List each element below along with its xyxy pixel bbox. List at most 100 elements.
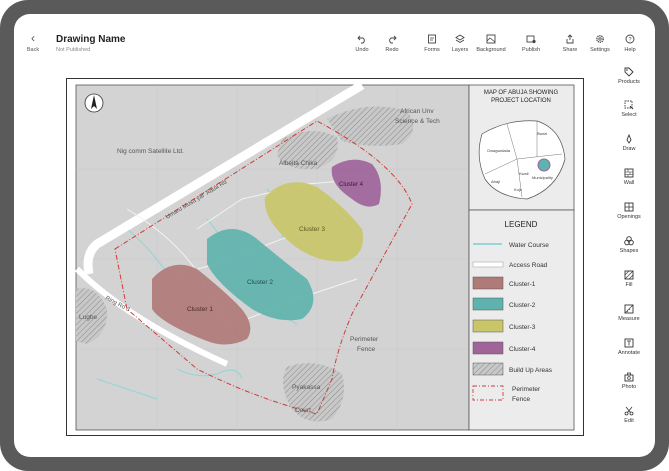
label-african-univ: African Unv (400, 108, 434, 115)
select-label: Select (621, 112, 637, 118)
redo-label: Redo (385, 47, 399, 53)
label-perimeter: Perimeter (350, 336, 379, 343)
legend-label-fence: Fence (512, 396, 530, 403)
redo-button[interactable]: Redo (377, 34, 407, 53)
settings-label: Settings (590, 47, 610, 53)
select-icon (624, 100, 634, 110)
photo-tool[interactable]: Photo (614, 372, 644, 390)
label-nig-comm: Nig comm Satellite Ltd. (117, 148, 184, 155)
legend-swatch-cluster2 (472, 297, 504, 311)
chevron-left-icon: ‹ (31, 31, 35, 45)
label-cluster-3: Cluster 3 (299, 226, 325, 233)
label-court: Court (295, 407, 311, 414)
wall-label: Wall (623, 180, 635, 186)
inset-title: MAP OF ABUJA SHOWING (484, 90, 559, 96)
draw-tool[interactable]: Draw (614, 134, 644, 152)
edit-label: Edit (624, 418, 634, 424)
select-tool[interactable]: Select (614, 100, 644, 118)
edit-tool[interactable]: Edit (614, 406, 644, 424)
settings-button[interactable]: Settings (585, 34, 615, 53)
publish-label: Publish (521, 47, 541, 53)
undo-icon (357, 35, 365, 44)
forms-button[interactable]: Forms (417, 34, 447, 53)
drawing-canvas[interactable]: Nig comm Satellite Ltd. African Unv Scie… (66, 78, 584, 436)
label-lugbe: Lugbe (79, 314, 97, 321)
app-screen: ‹ Back Drawing Name Not Published Undo R… (14, 14, 655, 457)
inset-area-bwari: Bwari (537, 131, 547, 136)
window-icon (624, 202, 634, 212)
legend-swatch-buildup (472, 362, 504, 376)
share-icon (566, 34, 574, 44)
shapes-tool[interactable]: Shapes (614, 236, 644, 254)
device-frame: ‹ Back Drawing Name Not Published Undo R… (0, 0, 669, 471)
inset-title-2: PROJECT LOCATION (491, 98, 551, 104)
background-label: Background (476, 47, 506, 53)
measure-tool[interactable]: Measure (614, 304, 644, 322)
help-button[interactable]: ? Help (615, 34, 645, 53)
wall-icon (624, 168, 634, 178)
publish-button[interactable]: Publish (516, 34, 546, 53)
legend-swatch-cluster1 (472, 276, 504, 290)
products-label: Products (618, 79, 640, 85)
gear-icon (596, 35, 604, 43)
background-button[interactable]: Background (476, 34, 506, 53)
drawing-title[interactable]: Drawing Name (56, 34, 125, 45)
legend-label-cluster1: Cluster-1 (509, 281, 536, 288)
inset-area-abaji: Abaji (491, 179, 500, 184)
legend-label-buildup: Build Up Areas (509, 367, 553, 374)
legend-swatch-cluster3 (472, 319, 504, 333)
products-tool[interactable]: Products (614, 67, 644, 85)
fill-label: Fill (625, 282, 633, 288)
legend-label-cluster3: Cluster-3 (509, 324, 536, 331)
back-label: Back (26, 47, 40, 53)
undo-button[interactable]: Undo (347, 34, 377, 53)
legend-swatch-road (472, 261, 504, 268)
legend-label-road: Access Road (509, 262, 548, 269)
draw-label: Draw (622, 146, 636, 152)
shapes-icon (624, 236, 634, 246)
forms-label: Forms (424, 47, 440, 53)
openings-label: Openings (617, 214, 641, 220)
layers-icon (455, 34, 465, 44)
forms-icon (428, 34, 436, 44)
legend-label-cluster2: Cluster-2 (509, 302, 536, 309)
layers-label: Layers (451, 47, 469, 53)
label-cluster-4: Cluster 4 (339, 182, 364, 188)
layers-button[interactable]: Layers (445, 34, 475, 53)
inset-area-municipality: Municipality (532, 175, 553, 180)
help-icon: ? (625, 34, 635, 44)
label-cluster-2: Cluster 2 (247, 279, 273, 286)
inset-area-gwagwalada: Gwagwalada (487, 148, 511, 153)
label-cluster-1: Cluster 1 (187, 306, 213, 313)
share-button[interactable]: Share (555, 34, 585, 53)
annotate-label: Annotate (617, 350, 641, 356)
label-african-univ-2: Science & Tech (395, 118, 440, 125)
photo-label: Photo (621, 384, 637, 390)
label-albeita: Albeita Chika (279, 160, 318, 167)
publish-status: Not Published (56, 47, 91, 53)
legend-label-water: Water Course (509, 242, 549, 249)
wall-tool[interactable]: Wall (614, 168, 644, 186)
publish-icon (526, 35, 536, 44)
background-icon (486, 34, 496, 44)
text-icon (624, 338, 634, 348)
top-bar: ‹ Back Drawing Name Not Published Undo R… (14, 14, 655, 62)
annotate-tool[interactable]: Annotate (614, 338, 644, 356)
legend-label-perimeter: Perimeter (512, 386, 541, 393)
pen-icon (626, 134, 632, 144)
label-fence: Fence (357, 346, 375, 353)
camera-icon (624, 372, 634, 382)
measure-label: Measure (618, 316, 640, 322)
back-button[interactable]: ‹ Back (22, 32, 44, 53)
label-pyakassa: Pyakassa (292, 384, 321, 391)
openings-tool[interactable]: Openings (614, 202, 644, 220)
shapes-label: Shapes (619, 248, 639, 254)
svg-text:?: ? (628, 37, 631, 43)
redo-icon (389, 35, 397, 44)
fill-tool[interactable]: Fill (614, 270, 644, 288)
inset-area-kuje: Kuje (514, 187, 523, 192)
scissors-icon (624, 406, 634, 416)
undo-label: Undo (355, 47, 369, 53)
legend-label-cluster4: Cluster-4 (509, 346, 536, 353)
share-label: Share (562, 47, 578, 53)
